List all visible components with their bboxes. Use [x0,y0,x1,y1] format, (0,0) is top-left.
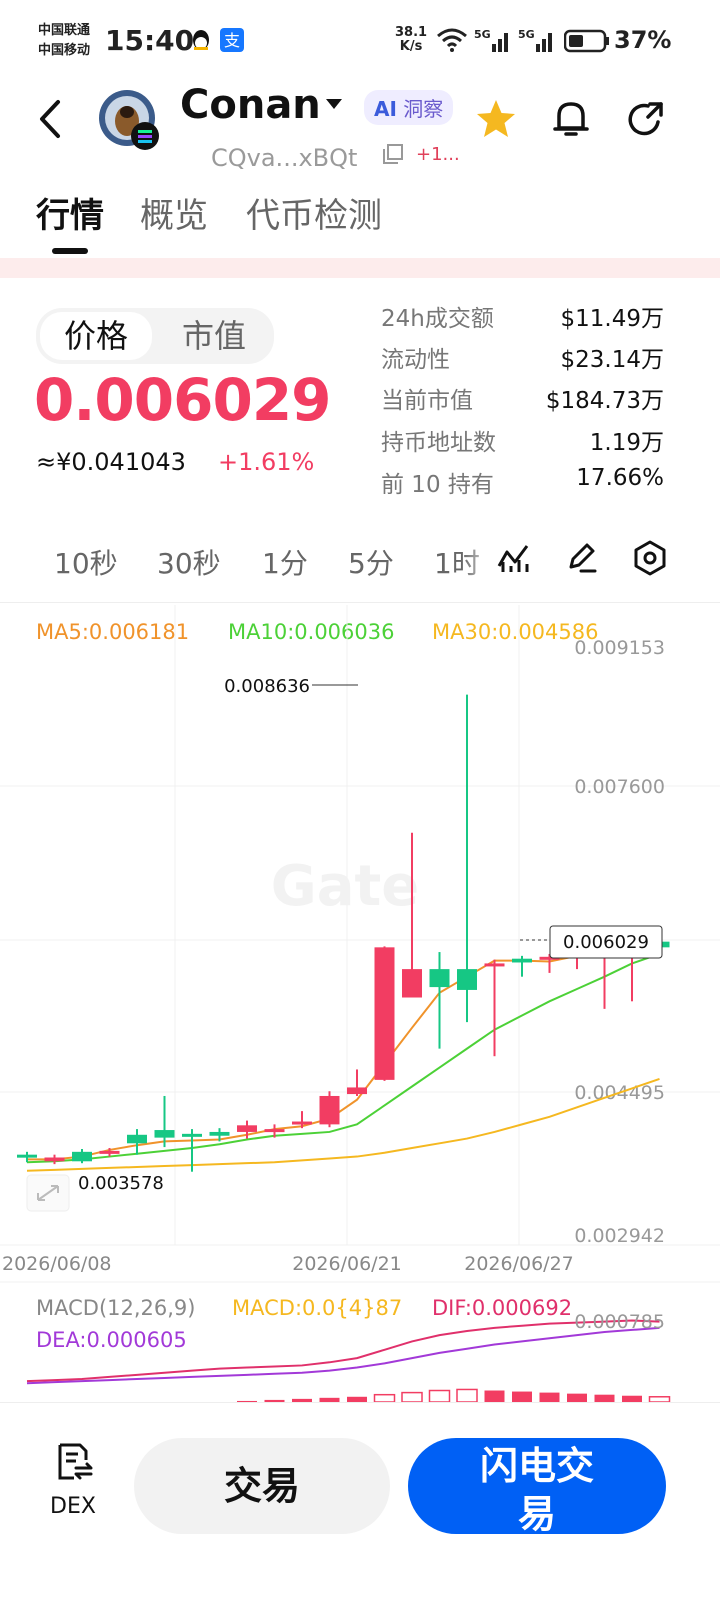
flash-trade-label: 闪电交易 [479,1444,594,1536]
kline-chart[interactable]: Gate 0.009153 0.007600 0.004495 0.002942… [0,0,720,1610]
candle-body [347,1087,367,1095]
candle-body [17,1154,37,1158]
candle-body [457,969,477,990]
candle [127,1129,147,1155]
macd-histogram-bar [401,1391,423,1403]
macd-histogram-bar [512,1391,532,1402]
macd-histogram-bar [456,1388,478,1403]
y-axis-tick: 0.009153 [574,637,665,659]
candle [457,694,477,1023]
candle [292,1111,312,1129]
candle [512,955,532,977]
macd-histogram-bar [428,1389,451,1403]
trade-button[interactable]: 交易 [134,1438,390,1534]
candle-body [44,1157,65,1162]
x-axis-tick: 2026/06/21 [292,1253,402,1275]
macd-params-legend: MACD(12,26,9) [36,1296,196,1320]
expand-icon[interactable] [26,1174,70,1212]
candle-body [182,1133,202,1137]
macd-histogram-bar [484,1390,505,1402]
candle-body [512,958,532,963]
y-axis-tick: 0.007600 [574,776,665,798]
max-price-label: 0.008636 [224,676,310,697]
candle [374,946,395,1081]
flash-trade-button[interactable]: 闪电交易 [408,1438,666,1536]
candle-body [429,969,450,988]
candle [44,1154,65,1165]
candle-body [99,1150,120,1154]
dif-legend: DIF:0.000692 [432,1296,573,1320]
candle [484,959,505,1057]
macd-histogram-bar [567,1393,587,1402]
ma30-line [26,1077,660,1172]
macd-histogram-bar [539,1392,560,1402]
candle-body [292,1121,312,1125]
candle-body [209,1131,230,1136]
candle [154,1095,175,1148]
y-axis-tick: 0.002942 [574,1225,665,1247]
candle [72,1148,92,1164]
candle [347,1069,367,1096]
x-axis-tick: 2026/06/27 [464,1253,574,1275]
dex-icon[interactable] [56,1442,94,1486]
macd-axis-tick: 0.000785 [574,1311,665,1333]
candle [319,1091,340,1128]
candle [17,1151,37,1163]
current-price-tag-label: 0.006029 [563,932,649,953]
candle-body [127,1134,147,1144]
candle-body [374,947,395,1080]
macd-histogram-bar [373,1393,396,1403]
min-price-label: 0.003578 [78,1173,164,1194]
macd-value-legend: MACD:0.0{4}87 [232,1296,403,1320]
candle-body [237,1125,257,1132]
candle-body [484,963,505,967]
candle-body [264,1129,285,1133]
macd-histogram-bar [594,1394,615,1402]
x-axis-tick: 2026/06/08 [2,1253,112,1275]
candle-body [402,969,422,998]
candle-body [154,1130,175,1138]
dea-legend: DEA:0.000605 [36,1328,187,1352]
watermark-text: Gate [271,854,420,919]
dex-label[interactable]: DEX [50,1494,96,1519]
candle-body [319,1095,340,1125]
ma10-line [26,953,660,1164]
candle-body [72,1151,92,1162]
